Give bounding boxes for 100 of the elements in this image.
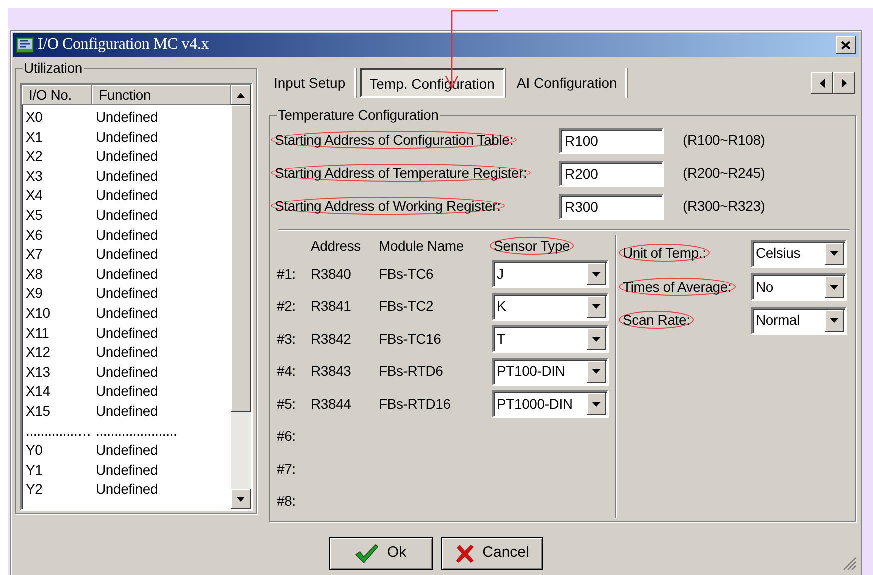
table-cell-text: FBs-RTD6 (379, 362, 444, 382)
row-number: #5: (277, 394, 297, 414)
caret-icon (830, 251, 839, 256)
dropdown-button[interactable] (825, 310, 844, 332)
field-label: Starting Address of Configuration Table: (271, 131, 518, 149)
table-cell-text: Undefined (96, 108, 158, 127)
address-field[interactable]: R300 (559, 194, 664, 220)
table-cell-text: X1 (26, 128, 44, 147)
dropdown-button[interactable] (587, 263, 606, 286)
caret-icon (592, 304, 601, 310)
table-cell-text: X5 (26, 206, 44, 225)
row-number: #4: (277, 362, 297, 382)
dropdown[interactable]: Normal (751, 306, 847, 335)
table-cell-text: X0 (26, 108, 44, 127)
table-cell-text: Undefined (96, 362, 158, 382)
ok-button[interactable]: Ok (329, 537, 433, 570)
right-arrow-icon (842, 78, 846, 88)
column-header: Sensor Type (490, 236, 574, 254)
caret-icon (592, 369, 601, 374)
column-header: Module Name (379, 238, 464, 254)
table-cell-text: Undefined (96, 245, 158, 264)
table-cell-text: Undefined (96, 324, 158, 343)
table-cell-text: Undefined (96, 343, 158, 362)
table-cell-text: X12 (26, 343, 52, 362)
dropdown-button[interactable] (587, 393, 606, 416)
group-title: Temperature Configuration (277, 107, 440, 123)
table-cell-text: X14 (26, 382, 52, 402)
table-cell-text: Undefined (96, 480, 158, 500)
table-cell-text: R3842 (311, 330, 352, 349)
row-number: #7: (277, 460, 297, 479)
tab[interactable]: AI Configuration (508, 68, 628, 98)
column-header: Address (311, 238, 361, 254)
group-title: Utilization (23, 60, 84, 76)
table-cell-text: Undefined (96, 166, 158, 186)
row-number: #3: (277, 330, 297, 349)
table-cell-text: R3843 (311, 362, 352, 382)
resize-grip-icon[interactable] (843, 557, 857, 571)
field-label: Unit of Temp.: (619, 244, 710, 262)
dropdown-button[interactable] (587, 328, 606, 350)
dropdown-button[interactable] (587, 296, 606, 318)
caret-icon (592, 336, 601, 342)
table-cell-text: Undefined (96, 284, 158, 304)
dropdown[interactable]: K (492, 292, 609, 321)
dropdown-button[interactable] (587, 360, 606, 383)
table-cell-text: X7 (26, 245, 44, 264)
table-cell-text: X4 (26, 186, 44, 206)
row-number: #6: (277, 427, 297, 446)
table-cell-text: Undefined (96, 460, 158, 480)
address-field[interactable]: R100 (559, 128, 664, 154)
dropdown[interactable]: J (492, 260, 609, 288)
tab-scroll-left-button[interactable] (811, 72, 833, 94)
column-header[interactable]: I/O No. (22, 85, 92, 105)
tab-scroll-right-button[interactable] (833, 72, 855, 94)
column-header[interactable]: Function (92, 85, 231, 105)
table-cell-text: X11 (26, 324, 50, 343)
close-button[interactable] (836, 36, 856, 54)
dropdown-button[interactable] (825, 276, 844, 298)
scroll-down-button[interactable] (231, 489, 251, 509)
address-field[interactable]: R200 (559, 160, 664, 186)
table-cell-text: Undefined (96, 304, 158, 323)
table-cell-text: R3844 (311, 394, 352, 414)
dropdown-button[interactable] (825, 242, 844, 265)
table-cell-text: ..............… (26, 422, 92, 440)
range-text: (R100~R108) (683, 131, 766, 150)
table-cell-text: Undefined (96, 226, 158, 245)
left-arrow-icon (820, 78, 824, 88)
table-cell-text: Undefined (96, 402, 158, 421)
field-label: Starting Address of Temperature Register: (271, 164, 532, 182)
dropdown[interactable]: No (751, 273, 847, 302)
table-cell-text: X15 (26, 402, 52, 421)
table-cell-text: Undefined (96, 128, 158, 147)
tab[interactable]: Input Setup (266, 68, 356, 98)
table-cell-text: X9 (26, 284, 44, 304)
table-cell-text: Y2 (26, 480, 44, 500)
table-cell-text: X10 (26, 304, 52, 323)
table-cell-text: FBs-RTD16 (379, 394, 452, 414)
table-cell-text: Undefined (96, 264, 158, 284)
range-text: (R300~R323) (683, 197, 766, 216)
dropdown[interactable]: T (492, 325, 609, 354)
table-cell-text: R3840 (311, 264, 352, 284)
up-arrow-icon (237, 92, 245, 98)
table-cell-text: FBs-TC16 (379, 330, 442, 349)
table-cell-text: Undefined (96, 147, 158, 166)
dropdown[interactable]: Celsius (751, 240, 847, 268)
table-cell-text: FBs-TC2 (379, 297, 435, 316)
scroll-up-button[interactable] (231, 85, 251, 105)
table-cell-text: R3841 (311, 297, 352, 316)
table-cell-text: X6 (26, 226, 44, 245)
dropdown[interactable]: PT1000-DIN (492, 390, 609, 418)
range-text: (R200~R245) (683, 164, 766, 183)
dropdown[interactable]: PT100-DIN (492, 358, 609, 386)
field-label: Times of Average: (619, 278, 736, 296)
row-number: #1: (277, 264, 297, 284)
window-title: I/O Configuration MC v4.x (38, 35, 209, 55)
table-cell-text: Undefined (96, 186, 158, 206)
caret-icon (830, 284, 839, 290)
caret-icon (830, 318, 839, 324)
table-cell-text: Undefined (96, 206, 158, 225)
field-label: Scan Rate: (619, 311, 694, 330)
cancel-button[interactable]: Cancel (441, 537, 543, 570)
